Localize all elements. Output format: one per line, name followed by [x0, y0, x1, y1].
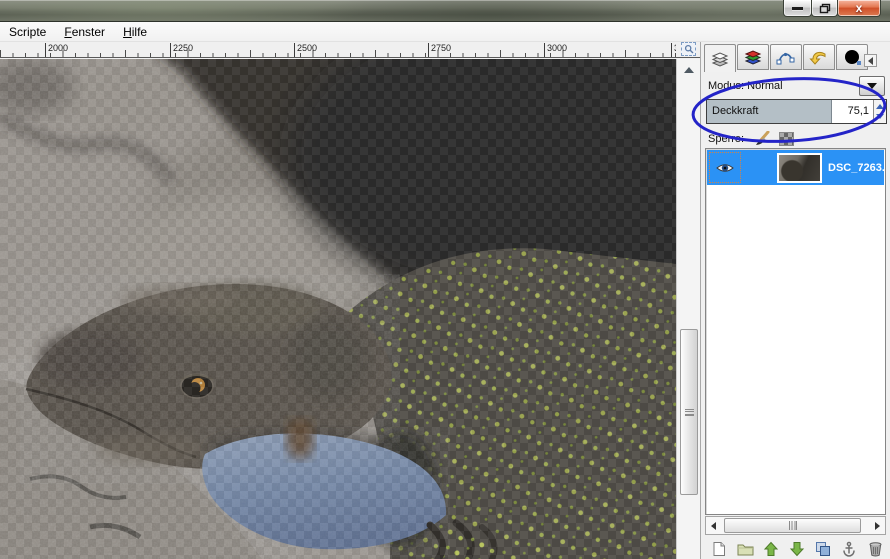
layer-list[interactable]: DSC_7263.JP [705, 148, 886, 515]
tab-layers[interactable] [704, 44, 736, 72]
spinner-down-icon [876, 114, 884, 119]
mode-label: Modus: Normal [708, 80, 783, 92]
raise-layer-button[interactable] [761, 540, 781, 558]
channels-icon [743, 49, 763, 65]
eye-icon [715, 161, 735, 175]
horizontal-ruler[interactable]: 2000 2250 2500 2750 3000 3 [0, 42, 676, 57]
restore-button[interactable] [811, 0, 838, 17]
new-layer-group-button[interactable] [735, 540, 755, 558]
ruler-mark: 2750 [428, 43, 451, 57]
lock-alpha-button[interactable] [777, 131, 795, 147]
delete-layer-icon [868, 541, 883, 557]
paths-icon [776, 49, 796, 65]
lock-pixels-button[interactable] [752, 131, 770, 147]
ruler-corner [676, 42, 700, 57]
mode-dropdown-button[interactable] [859, 76, 885, 96]
lower-layer-button[interactable] [787, 540, 807, 558]
tab-paths[interactable] [770, 44, 802, 70]
layer-mode-combo[interactable]: Modus: Normal [708, 76, 886, 97]
ruler-mark: 3000 [544, 43, 567, 57]
opacity-slider[interactable]: Deckkraft 75,1 [706, 99, 887, 124]
visibility-toggle[interactable] [710, 153, 740, 182]
ruler-mark: 2500 [294, 43, 317, 57]
minimize-button[interactable] [783, 0, 812, 17]
scrollbar-grip-icon [685, 409, 694, 416]
ruler-row: 2000 2250 2500 2750 3000 3 [0, 42, 700, 58]
restore-icon [819, 3, 831, 14]
menu-scripte[interactable]: Scripte [0, 23, 55, 41]
tab-menu-button[interactable] [864, 54, 877, 67]
ruler-mark: 2000 [45, 43, 68, 57]
duplicate-layer-button[interactable] [813, 540, 833, 558]
spinner-up-icon [876, 104, 884, 109]
dialog-tabs [704, 44, 869, 72]
delete-layer-button[interactable] [865, 540, 885, 558]
new-layer-icon [711, 541, 727, 557]
lock-label: Sperre: [708, 133, 744, 145]
brushes-icon [842, 49, 862, 65]
zoom-follow-window-icon[interactable] [681, 42, 696, 56]
tab-channels[interactable] [737, 44, 769, 70]
scroll-up-button[interactable] [679, 62, 698, 77]
opacity-value: 75,1 [848, 105, 869, 117]
ruler-mark: 2250 [170, 43, 193, 57]
hscroll-left-button[interactable] [706, 517, 721, 534]
layer-list-hscrollbar[interactable] [705, 516, 886, 535]
tab-undo-history[interactable] [803, 44, 835, 70]
gimp-window: x Scripte Fenster Hilfe 2000 2250 2500 2… [0, 0, 890, 559]
vertical-scrollbar-thumb[interactable] [680, 329, 698, 495]
layer-row[interactable]: DSC_7263.JP [707, 150, 884, 185]
canvas-vertical-scrollbar[interactable] [676, 59, 700, 559]
layer-thumbnail[interactable] [777, 153, 822, 183]
titlebar[interactable]: x [0, 0, 890, 22]
hscroll-thumb[interactable] [724, 518, 861, 533]
lower-layer-icon [789, 541, 805, 557]
new-layer-button[interactable] [709, 540, 729, 558]
lock-row: Sperre: [708, 130, 802, 148]
paintbrush-icon [753, 131, 770, 147]
chevron-down-icon [867, 83, 877, 89]
opacity-label: Deckkraft [712, 105, 758, 117]
lizard-photo [0, 59, 676, 559]
hscroll-right-button[interactable] [870, 517, 885, 534]
up-arrow-icon [684, 67, 694, 73]
menu-fenster[interactable]: Fenster [55, 23, 114, 41]
close-icon: x [856, 2, 863, 14]
scrollbar-grip-icon [789, 521, 797, 530]
new-layer-group-icon [737, 541, 754, 556]
image-canvas[interactable] [0, 59, 676, 559]
right-arrow-icon [875, 522, 880, 530]
layers-toolbar [709, 539, 885, 558]
menu-hilfe[interactable]: Hilfe [114, 23, 156, 41]
anchor-layer-icon [841, 541, 857, 557]
left-arrow-icon [711, 522, 716, 530]
close-button[interactable]: x [837, 0, 881, 17]
layers-panel: Modus: Normal Deckkraft 75,1 Sperre: [700, 42, 890, 559]
anchor-layer-button[interactable] [839, 540, 859, 558]
undo-history-icon [809, 49, 829, 65]
caption-buttons: x [784, 0, 881, 17]
checkerboard-icon [779, 132, 794, 146]
opacity-spinner[interactable] [873, 100, 886, 123]
menubar: Scripte Fenster Hilfe [0, 22, 890, 42]
layer-name[interactable]: DSC_7263.JP [828, 162, 884, 174]
left-arrow-icon [868, 57, 873, 65]
raise-layer-icon [763, 541, 779, 557]
duplicate-layer-icon [815, 541, 831, 557]
minimize-icon [792, 7, 803, 10]
layers-icon [710, 51, 730, 67]
